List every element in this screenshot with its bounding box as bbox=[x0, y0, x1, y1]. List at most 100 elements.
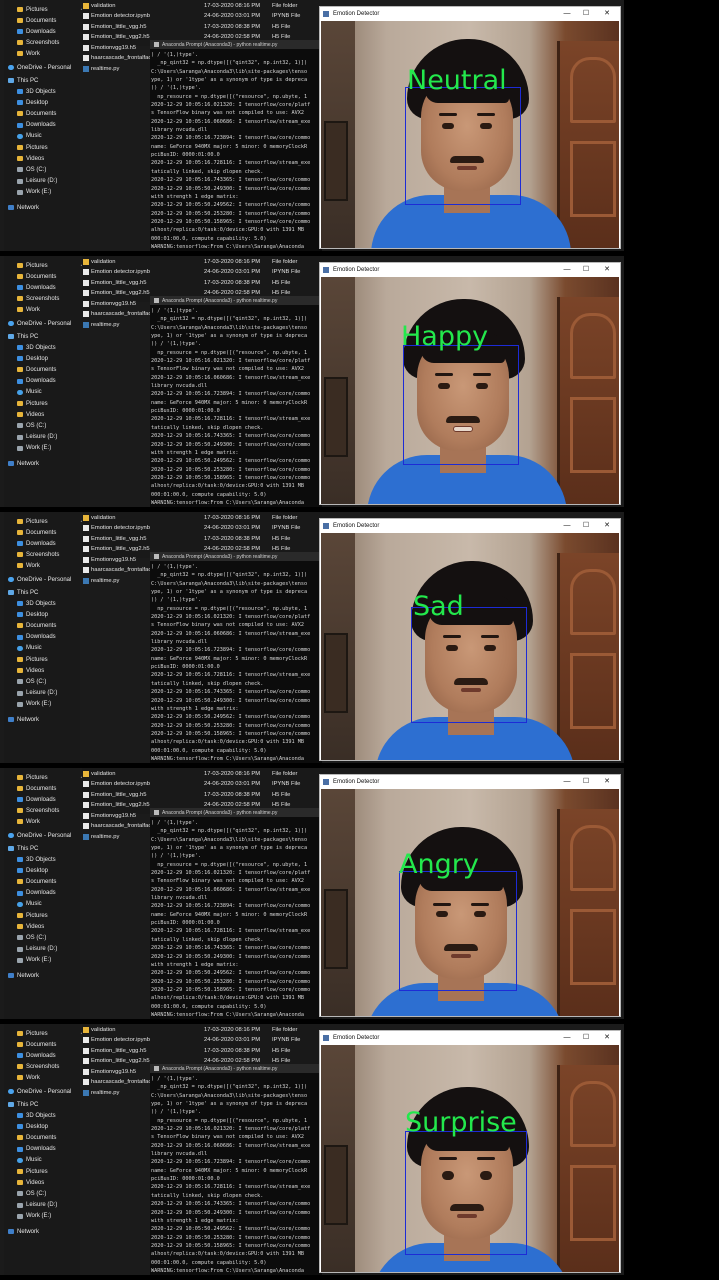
nav-item-pc[interactable]: OS (C:) bbox=[17, 677, 46, 686]
nav-item-quick-access[interactable]: Screenshots bbox=[17, 550, 59, 559]
maximize-button[interactable]: ☐ bbox=[579, 1032, 593, 1044]
nav-item-quick-access[interactable]: Screenshots bbox=[17, 1062, 59, 1071]
emotion-detector-window[interactable]: Emotion Detector — ☐ ✕ Surprise bbox=[319, 1030, 621, 1273]
emotion-detector-window[interactable]: Emotion Detector — ☐ ✕ Neutral bbox=[319, 6, 621, 249]
nav-item-network[interactable]: Network bbox=[8, 971, 39, 980]
emotion-detector-window[interactable]: Emotion Detector — ☐ ✕ Sad bbox=[319, 518, 621, 761]
emotion-detector-window[interactable]: Emotion Detector — ☐ ✕ Angry bbox=[319, 774, 621, 1017]
nav-item-quick-access[interactable]: Documents bbox=[17, 1040, 56, 1049]
nav-item-onedrive[interactable]: OneDrive - Personal bbox=[8, 1087, 71, 1096]
nav-item-pc[interactable]: 3D Objects bbox=[17, 343, 56, 352]
nav-item-onedrive[interactable]: OneDrive - Personal bbox=[8, 63, 71, 72]
nav-item-pc[interactable]: Music bbox=[17, 132, 42, 141]
nav-item-pc[interactable]: Documents bbox=[17, 877, 56, 886]
nav-item-quick-access[interactable]: Work bbox=[17, 817, 40, 826]
nav-item-pc[interactable]: Documents bbox=[17, 621, 56, 630]
nav-item-pc[interactable]: Work (E:) bbox=[17, 1212, 51, 1221]
nav-item-quick-access[interactable]: Documents bbox=[17, 272, 56, 281]
anaconda-prompt-window[interactable]: Anaconda Prompt (Anaconda3) - python rea… bbox=[150, 296, 322, 507]
nav-item-pc[interactable]: Work (E:) bbox=[17, 188, 51, 197]
maximize-button[interactable]: ☐ bbox=[579, 776, 593, 788]
nav-item-onedrive[interactable]: OneDrive - Personal bbox=[8, 319, 71, 328]
nav-item-onedrive[interactable]: OneDrive - Personal bbox=[8, 575, 71, 584]
emotion-detector-window[interactable]: Emotion Detector — ☐ ✕ Happy bbox=[319, 262, 621, 505]
nav-item-pc[interactable]: Music bbox=[17, 388, 42, 397]
minimize-button[interactable]: — bbox=[560, 8, 574, 20]
nav-item-pc[interactable]: Leisure (D:) bbox=[17, 1201, 57, 1210]
minimize-button[interactable]: — bbox=[560, 776, 574, 788]
close-button[interactable]: ✕ bbox=[600, 1032, 614, 1044]
nav-item-pc[interactable]: Downloads bbox=[17, 121, 56, 130]
nav-item-network[interactable]: Network bbox=[8, 459, 39, 468]
close-button[interactable]: ✕ bbox=[600, 8, 614, 20]
nav-item-pc[interactable]: Pictures bbox=[17, 655, 48, 664]
nav-item-this-pc[interactable]: This PC bbox=[8, 332, 38, 341]
anaconda-prompt-window[interactable]: Anaconda Prompt (Anaconda3) - python rea… bbox=[150, 40, 322, 251]
nav-item-network[interactable]: Network bbox=[8, 1227, 39, 1236]
nav-item-quick-access[interactable]: Work bbox=[17, 305, 40, 314]
nav-item-quick-access[interactable]: Downloads bbox=[17, 1051, 56, 1060]
nav-item-quick-access[interactable]: Work bbox=[17, 561, 40, 570]
nav-item-pc[interactable]: Videos bbox=[17, 410, 44, 419]
nav-item-quick-access[interactable]: Downloads bbox=[17, 795, 56, 804]
nav-item-this-pc[interactable]: This PC bbox=[8, 588, 38, 597]
nav-item-quick-access[interactable]: Pictures⊿ bbox=[17, 773, 85, 782]
minimize-button[interactable]: — bbox=[560, 264, 574, 276]
nav-item-pc[interactable]: Videos bbox=[17, 154, 44, 163]
nav-item-quick-access[interactable]: Pictures⊿ bbox=[17, 517, 85, 526]
nav-item-pc[interactable]: Downloads bbox=[17, 1145, 56, 1154]
nav-item-pc[interactable]: Leisure (D:) bbox=[17, 177, 57, 186]
nav-item-pc[interactable]: Desktop bbox=[17, 866, 48, 875]
nav-item-pc[interactable]: Music bbox=[17, 900, 42, 909]
nav-item-pc[interactable]: Documents bbox=[17, 1133, 56, 1142]
anaconda-prompt-window[interactable]: Anaconda Prompt (Anaconda3) - python rea… bbox=[150, 552, 322, 763]
nav-item-this-pc[interactable]: This PC bbox=[8, 844, 38, 853]
nav-item-pc[interactable]: Videos bbox=[17, 922, 44, 931]
file-row[interactable]: Emotion detector.ipynb 24-06-2020 03:01 P… bbox=[82, 268, 320, 277]
nav-item-pc[interactable]: Leisure (D:) bbox=[17, 945, 57, 954]
nav-item-pc[interactable]: OS (C:) bbox=[17, 165, 46, 174]
nav-item-pc[interactable]: Documents bbox=[17, 109, 56, 118]
nav-item-pc[interactable]: Downloads bbox=[17, 377, 56, 386]
file-row[interactable]: Emotion detector.ipynb 24-06-2020 03:01 P… bbox=[82, 780, 320, 789]
window-titlebar[interactable]: Emotion Detector — ☐ ✕ bbox=[320, 7, 620, 21]
nav-item-quick-access[interactable]: Screenshots bbox=[17, 38, 59, 47]
nav-item-pc[interactable]: Work (E:) bbox=[17, 700, 51, 709]
nav-item-pc[interactable]: 3D Objects bbox=[17, 599, 56, 608]
anaconda-prompt-window[interactable]: Anaconda Prompt (Anaconda3) - python rea… bbox=[150, 1064, 322, 1275]
file-row[interactable]: Emotion_little_vgg.h5 17-03-2020 08:38 PM… bbox=[82, 1046, 320, 1055]
file-row[interactable]: Emotion_little_vgg.h5 17-03-2020 08:38 PM… bbox=[82, 22, 320, 31]
nav-item-pc[interactable]: Downloads bbox=[17, 889, 56, 898]
nav-item-quick-access[interactable]: Documents bbox=[17, 16, 56, 25]
nav-item-quick-access[interactable]: Documents bbox=[17, 784, 56, 793]
file-row[interactable]: validation 17-03-2020 08:16 PM File folder bbox=[82, 1, 320, 10]
nav-item-quick-access[interactable]: Pictures⊿ bbox=[17, 261, 85, 270]
nav-item-pc[interactable]: Videos bbox=[17, 666, 44, 675]
nav-item-pc[interactable]: OS (C:) bbox=[17, 933, 46, 942]
file-row[interactable]: Emotion detector.ipynb 24-06-2020 03:01 P… bbox=[82, 524, 320, 533]
nav-item-onedrive[interactable]: OneDrive - Personal bbox=[8, 831, 71, 840]
nav-item-quick-access[interactable]: Pictures⊿ bbox=[17, 5, 85, 14]
nav-item-pc[interactable]: Music bbox=[17, 1156, 42, 1165]
window-titlebar[interactable]: Emotion Detector — ☐ ✕ bbox=[320, 263, 620, 277]
file-row[interactable]: validation 17-03-2020 08:16 PM File folder bbox=[82, 513, 320, 522]
file-row[interactable]: validation 17-03-2020 08:16 PM File folder bbox=[82, 769, 320, 778]
nav-item-pc[interactable]: Work (E:) bbox=[17, 956, 51, 965]
window-titlebar[interactable]: Emotion Detector — ☐ ✕ bbox=[320, 1031, 620, 1045]
file-row[interactable]: Emotion_little_vgg.h5 17-03-2020 08:38 PM… bbox=[82, 790, 320, 799]
close-button[interactable]: ✕ bbox=[600, 520, 614, 532]
window-titlebar[interactable]: Emotion Detector — ☐ ✕ bbox=[320, 775, 620, 789]
nav-item-pc[interactable]: 3D Objects bbox=[17, 87, 56, 96]
nav-item-quick-access[interactable]: Screenshots bbox=[17, 806, 59, 815]
nav-item-pc[interactable]: Pictures bbox=[17, 143, 48, 152]
nav-item-network[interactable]: Network bbox=[8, 203, 39, 212]
nav-item-quick-access[interactable]: Downloads bbox=[17, 539, 56, 548]
file-row[interactable]: Emotion_little_vgg.h5 17-03-2020 08:38 PM… bbox=[82, 534, 320, 543]
anaconda-prompt-window[interactable]: Anaconda Prompt (Anaconda3) - python rea… bbox=[150, 808, 322, 1019]
nav-item-pc[interactable]: Pictures bbox=[17, 399, 48, 408]
minimize-button[interactable]: — bbox=[560, 520, 574, 532]
window-titlebar[interactable]: Emotion Detector — ☐ ✕ bbox=[320, 519, 620, 533]
nav-item-pc[interactable]: Pictures bbox=[17, 911, 48, 920]
file-row[interactable]: validation 17-03-2020 08:16 PM File folder bbox=[82, 257, 320, 266]
nav-item-pc[interactable]: Music bbox=[17, 644, 42, 653]
